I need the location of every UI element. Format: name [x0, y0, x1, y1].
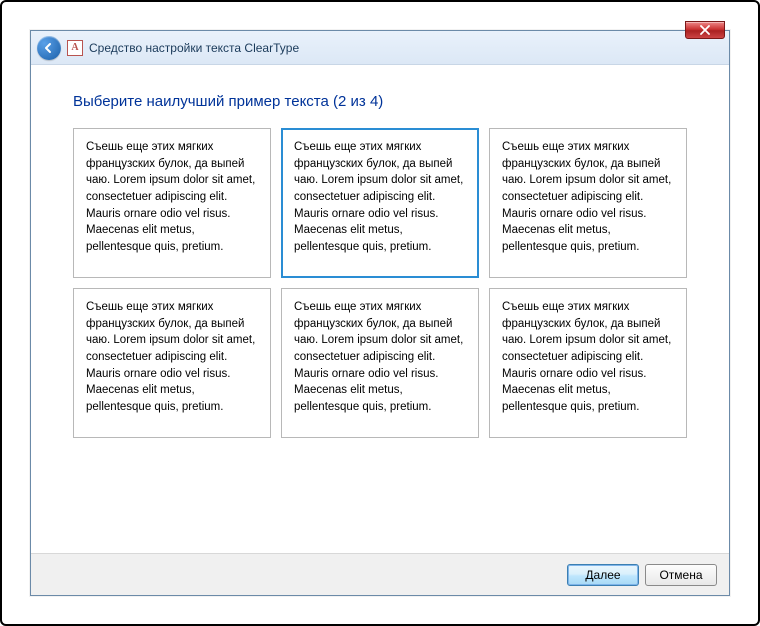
- page-heading: Выберите наилучший пример текста (2 из 4…: [73, 93, 687, 110]
- back-arrow-icon: [43, 42, 55, 54]
- back-button[interactable]: [37, 36, 61, 60]
- text-sample-1[interactable]: Съешь еще этих мягких французских булок,…: [73, 128, 271, 278]
- app-icon: A: [67, 40, 83, 56]
- cancel-button[interactable]: Отмена: [645, 564, 717, 586]
- titlebar: A Средство настройки текста ClearType: [31, 31, 729, 65]
- close-icon: [699, 25, 711, 35]
- content-area: Выберите наилучший пример текста (2 из 4…: [31, 65, 729, 553]
- footer: Далее Отмена: [31, 553, 729, 595]
- text-sample-2[interactable]: Съешь еще этих мягких французских булок,…: [281, 128, 479, 278]
- screenshot-frame: A Средство настройки текста ClearType Вы…: [0, 0, 760, 626]
- text-sample-5[interactable]: Съешь еще этих мягких французских булок,…: [281, 288, 479, 438]
- next-button[interactable]: Далее: [567, 564, 639, 586]
- sample-grid: Съешь еще этих мягких французских булок,…: [73, 128, 687, 438]
- text-sample-3[interactable]: Съешь еще этих мягких французских булок,…: [489, 128, 687, 278]
- app-icon-letter: A: [71, 42, 78, 53]
- text-sample-4[interactable]: Съешь еще этих мягких французских булок,…: [73, 288, 271, 438]
- close-button[interactable]: [685, 21, 725, 39]
- window-title: Средство настройки текста ClearType: [89, 41, 299, 55]
- dialog-window: A Средство настройки текста ClearType Вы…: [30, 30, 730, 596]
- text-sample-6[interactable]: Съешь еще этих мягких французских булок,…: [489, 288, 687, 438]
